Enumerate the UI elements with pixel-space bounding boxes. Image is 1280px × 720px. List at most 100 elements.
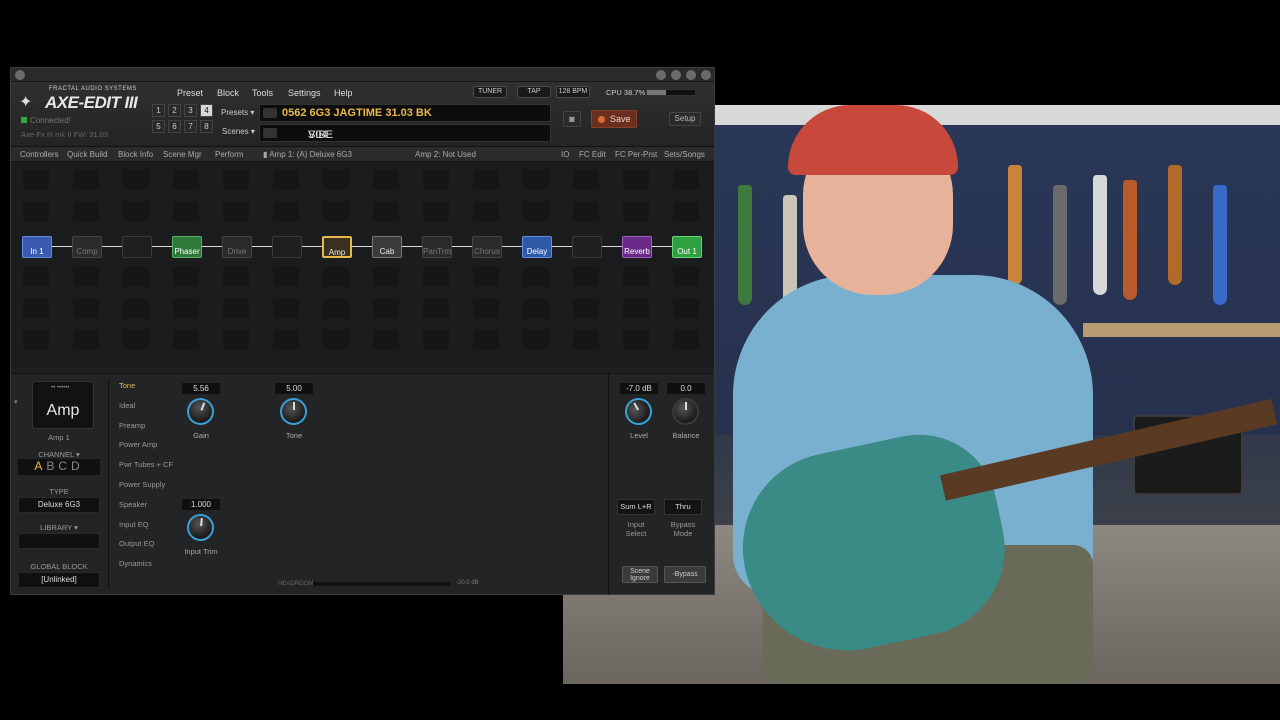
grid-cell[interactable] — [523, 201, 549, 221]
tuner-button[interactable]: TUNER — [473, 86, 507, 98]
grid-cell[interactable] — [573, 169, 599, 189]
grid-cell[interactable] — [223, 201, 249, 221]
grid-cell[interactable] — [273, 267, 299, 287]
grid-cell[interactable] — [573, 201, 599, 221]
input-select-field[interactable]: Sum L+R — [617, 499, 655, 515]
block-delay[interactable]: Delay — [522, 236, 552, 258]
grid-cell[interactable] — [323, 329, 349, 349]
maximize-icon[interactable] — [686, 70, 696, 80]
block-comp[interactable]: Comp — [72, 236, 102, 258]
grid-cell[interactable] — [473, 169, 499, 189]
help-icon[interactable] — [656, 70, 666, 80]
grid-cell[interactable] — [123, 267, 149, 287]
screenshot-camera-icon[interactable]: ◙ — [563, 111, 581, 127]
grid-cell[interactable] — [223, 169, 249, 189]
grid-cell[interactable] — [223, 329, 249, 349]
level-value[interactable]: -7.0 dB — [620, 383, 658, 394]
grid-cell[interactable] — [373, 329, 399, 349]
grid-cell[interactable] — [373, 299, 399, 319]
grid-cell[interactable] — [573, 299, 599, 319]
preset-number-button[interactable]: 3 — [184, 104, 197, 117]
app-menu-icon[interactable] — [15, 70, 25, 80]
grid-cell[interactable] — [673, 329, 699, 349]
menu-help[interactable]: Help — [334, 88, 353, 98]
page-tab-tone[interactable]: Tone — [119, 381, 135, 390]
gain-knob[interactable]: 5.56 Gain — [176, 383, 226, 453]
grid-slot[interactable] — [122, 236, 152, 258]
grid-cell[interactable] — [273, 329, 299, 349]
grid-cell[interactable] — [173, 329, 199, 349]
grid-cell[interactable] — [73, 169, 99, 189]
tone-value[interactable]: 5.00 — [275, 383, 313, 394]
close-icon[interactable] — [701, 70, 711, 80]
preset-number-button[interactable]: 2 — [168, 104, 181, 117]
channel-label[interactable]: CHANNEL ▾ — [18, 450, 100, 459]
grid-cell[interactable] — [623, 329, 649, 349]
grid-cell[interactable] — [473, 201, 499, 221]
grid-cell[interactable] — [23, 299, 49, 319]
grid-cell[interactable] — [573, 267, 599, 287]
page-tab-power-supply[interactable]: Power Supply — [119, 480, 165, 489]
io-button[interactable]: IO — [561, 150, 569, 159]
grid-slot[interactable] — [572, 236, 602, 258]
grid-cell[interactable] — [423, 299, 449, 319]
grid-cell[interactable] — [173, 169, 199, 189]
sets-songs-button[interactable]: Sets/Songs — [664, 150, 705, 159]
grid-cell[interactable] — [423, 329, 449, 349]
grid-cell[interactable] — [323, 267, 349, 287]
grid-cell[interactable] — [623, 299, 649, 319]
preset-number-button[interactable]: 8 — [200, 120, 213, 133]
grid-cell[interactable] — [323, 201, 349, 221]
block-pantrm[interactable]: PanTrm — [422, 236, 452, 258]
collapse-arrow-icon[interactable]: ▾ — [14, 398, 18, 406]
grid-cell[interactable] — [673, 169, 699, 189]
grid-cell[interactable] — [523, 329, 549, 349]
grid-slot[interactable] — [272, 236, 302, 258]
grid-cell[interactable] — [423, 169, 449, 189]
fc-edit-button[interactable]: FC Edit — [579, 150, 606, 159]
grid-cell[interactable] — [373, 267, 399, 287]
save-button[interactable]: Save — [591, 110, 637, 128]
grid-cell[interactable] — [423, 201, 449, 221]
input-trim-value[interactable]: 1.000 — [182, 499, 220, 510]
grid-cell[interactable] — [223, 267, 249, 287]
library-field[interactable] — [18, 533, 100, 549]
grid-cell[interactable] — [23, 267, 49, 287]
grid-cell[interactable] — [423, 267, 449, 287]
grid-cell[interactable] — [523, 169, 549, 189]
amp-type-field[interactable]: Deluxe 6G3 — [18, 497, 100, 513]
scene-list-icon[interactable] — [263, 128, 277, 138]
grid-cell[interactable] — [323, 169, 349, 189]
grid-cell[interactable] — [623, 201, 649, 221]
preset-name-field[interactable]: 0562 6G3 JAGTIME 31.03 BK — [259, 104, 551, 122]
preset-number-button[interactable]: 4 — [200, 104, 213, 117]
scene-ignore-button[interactable]: Scene Ignore — [622, 566, 658, 583]
page-tab-power-amp[interactable]: Power Amp — [119, 440, 157, 449]
minimize-icon[interactable] — [671, 70, 681, 80]
grid-cell[interactable] — [223, 299, 249, 319]
page-tab-ideal[interactable]: Ideal — [119, 401, 135, 410]
level-knob[interactable]: -7.0 dB Level — [614, 383, 664, 453]
tone-knob[interactable]: 5.00 Tone — [269, 383, 319, 453]
preset-number-button[interactable]: 6 — [168, 120, 181, 133]
grid-cell[interactable] — [123, 169, 149, 189]
grid-cell[interactable] — [673, 201, 699, 221]
grid-cell[interactable] — [623, 169, 649, 189]
grid-cell[interactable] — [523, 267, 549, 287]
page-tab-preamp[interactable]: Preamp — [119, 421, 145, 430]
grid-cell[interactable] — [573, 329, 599, 349]
page-tab-output-eq[interactable]: Output EQ — [119, 539, 154, 548]
grid-cell[interactable] — [123, 329, 149, 349]
gain-value[interactable]: 5.56 — [182, 383, 220, 394]
grid-cell[interactable] — [673, 299, 699, 319]
block-cab[interactable]: Cab — [372, 236, 402, 258]
balance-value[interactable]: 0.0 — [667, 383, 705, 394]
fc-per-prst-button[interactable]: FC Per-Prst — [615, 150, 657, 159]
global-block-field[interactable]: [Unlinked] — [18, 572, 100, 588]
grid-cell[interactable] — [273, 169, 299, 189]
grid-cell[interactable] — [23, 201, 49, 221]
grid-cell[interactable] — [523, 299, 549, 319]
balance-knob[interactable]: 0.0 Balance — [661, 383, 711, 453]
preset-number-button[interactable]: 5 — [152, 120, 165, 133]
block-in-1[interactable]: In 1 — [22, 236, 52, 258]
